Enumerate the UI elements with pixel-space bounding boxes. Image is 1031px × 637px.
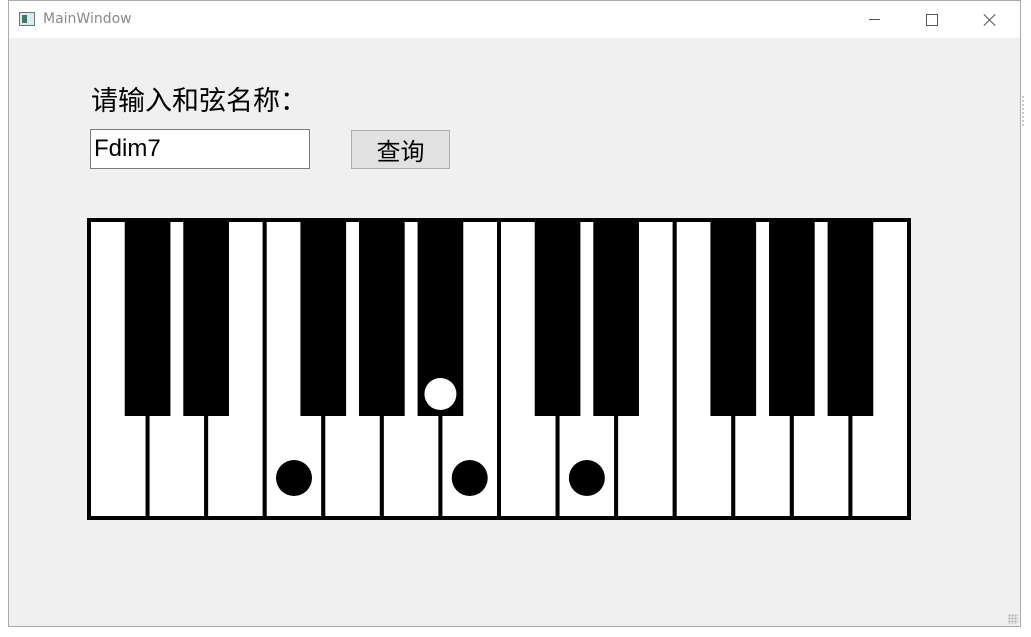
black-key[interactable] [359,220,405,416]
note-marker-white-key [276,460,312,496]
resize-grip[interactable] [1008,614,1018,624]
title-bar[interactable]: MainWindow [9,1,1020,38]
black-key[interactable] [124,220,171,416]
black-key[interactable] [593,220,639,416]
note-marker-white-key [451,460,488,496]
black-key[interactable] [534,220,581,416]
black-key[interactable] [710,220,757,416]
maximize-button[interactable] [903,1,961,38]
minimize-button[interactable] [845,1,903,38]
note-marker-white-key [568,460,605,496]
chord-name-prompt: 请输入和弦名称： [91,86,307,117]
window-title: MainWindow [43,11,132,27]
close-icon [983,13,997,27]
black-key[interactable] [183,220,229,416]
black-key[interactable] [827,220,874,416]
app-window-icon [19,12,35,26]
window-edge-decoration [1022,96,1026,126]
piano-keyboard [87,218,911,520]
maximize-icon [926,13,938,26]
close-button[interactable] [961,1,1019,38]
black-key[interactable] [769,220,815,416]
note-marker-black-key [424,378,457,410]
chord-name-input[interactable] [90,129,310,169]
query-button[interactable]: 查询 [351,130,450,169]
minimize-icon [868,19,880,20]
black-key[interactable] [300,220,347,416]
main-window: MainWindow 请输入和弦名称： 查询 [8,0,1021,627]
